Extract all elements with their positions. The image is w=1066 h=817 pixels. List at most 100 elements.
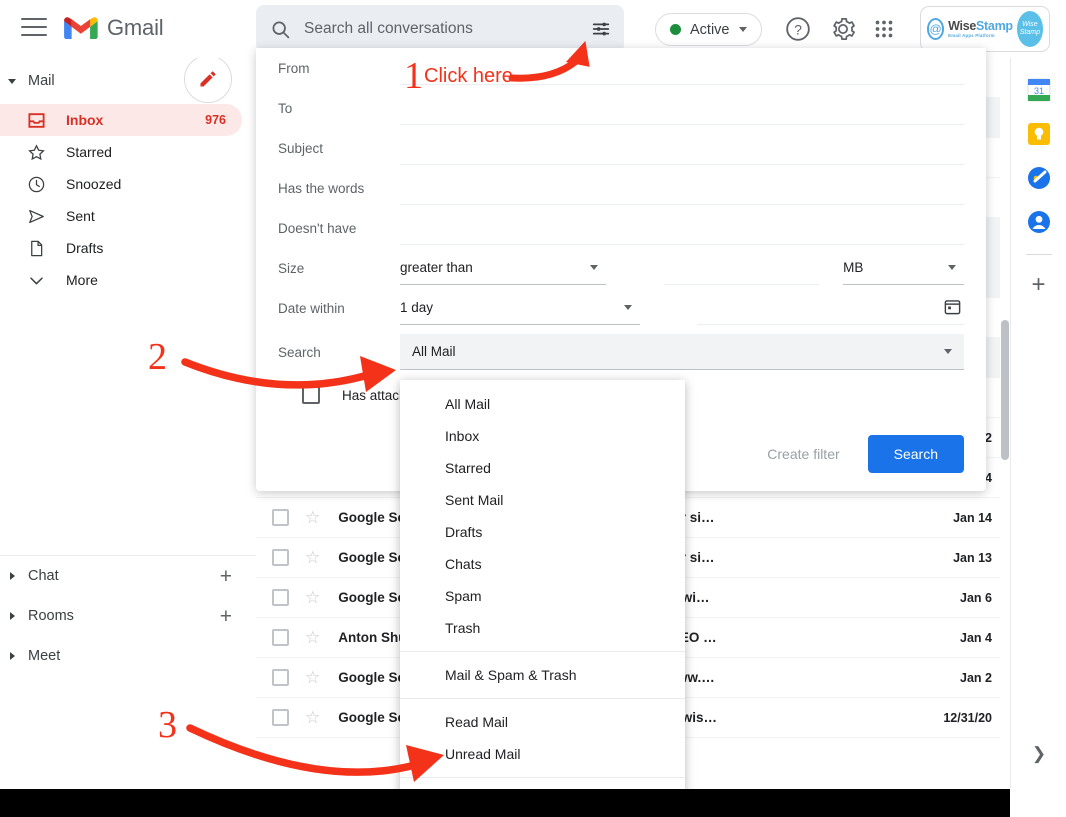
sidebar-item-starred[interactable]: Starred (0, 136, 242, 168)
sidebar-bottom-rooms[interactable]: Rooms+ (0, 596, 256, 636)
wisestamp-avatar[interactable]: Wise Stamp (1017, 11, 1043, 47)
add-rooms-icon[interactable]: + (220, 606, 232, 627)
wisestamp-tagline: Email Apps Platform (948, 34, 1013, 38)
sidebar-bottom-meet[interactable]: Meet (0, 636, 256, 676)
apps-grid-icon[interactable] (871, 16, 897, 42)
size-amount-input[interactable] (664, 251, 819, 285)
sidebar-item-more[interactable]: More (0, 264, 242, 296)
add-chat-icon[interactable]: + (220, 566, 232, 587)
row-checkbox[interactable] (272, 669, 289, 686)
dropdown-item-sent-mail[interactable]: Sent Mail (400, 484, 685, 516)
sidebar-mail-header[interactable]: Mail (0, 58, 256, 104)
dropdown-item-starred[interactable]: Starred (400, 452, 685, 484)
hamburger-icon[interactable] (21, 18, 47, 38)
sidebar-item-inbox[interactable]: Inbox976 (0, 104, 242, 136)
sidebar-item-label: Starred (66, 144, 112, 160)
calendar-icon[interactable] (943, 297, 962, 316)
star-icon[interactable]: ☆ (305, 508, 320, 528)
has-attachment-checkbox[interactable] (302, 386, 320, 404)
row-checkbox[interactable] (272, 709, 289, 726)
date-range-value: 1 day (400, 300, 433, 315)
google-keep-icon[interactable] (1027, 122, 1051, 146)
sidebar-bottom-chat[interactable]: Chat+ (0, 556, 256, 596)
inbox-icon (26, 110, 46, 130)
search-options-icon[interactable] (578, 5, 624, 53)
sidebar-item-sent[interactable]: Sent (0, 200, 242, 232)
dropdown-item-inbox[interactable]: Inbox (400, 420, 685, 452)
compose-pencil-icon (198, 69, 218, 89)
size-unit-select[interactable]: MB (843, 251, 964, 285)
mail-list-scrollbar[interactable] (1000, 58, 1010, 788)
search-icon[interactable] (256, 5, 304, 53)
wisestamp-extension-button[interactable]: @ WiseStamp Email Apps Platform Wise Sta… (920, 6, 1050, 52)
gmail-logo[interactable]: Gmail (64, 15, 163, 41)
dropdown-item-spam[interactable]: Spam (400, 580, 685, 612)
status-badge[interactable]: Active (655, 13, 762, 46)
wisestamp-wordmark: WiseStamp Email Apps Platform (948, 20, 1013, 38)
row-checkbox[interactable] (272, 509, 289, 526)
chevron-down-icon (590, 265, 598, 270)
filter-row-search-scope: Search All Mail (256, 332, 986, 372)
sidebar-item-drafts[interactable]: Drafts (0, 232, 242, 264)
filter-label: Has the words (278, 181, 400, 196)
search-button[interactable]: Search (868, 435, 964, 473)
filter-input[interactable] (400, 131, 964, 165)
dropdown-separator (400, 777, 685, 778)
date-value-input[interactable] (698, 291, 964, 325)
clock-icon (26, 174, 46, 194)
sidebar-item-snoozed[interactable]: Snoozed (0, 168, 242, 200)
dropdown-item-chats[interactable]: Chats (400, 548, 685, 580)
star-icon[interactable]: ☆ (305, 668, 320, 688)
bottom-black-bar (0, 789, 1010, 817)
filter-row-has-the-words: Has the words (256, 168, 986, 208)
dropdown-item-mail-spam-trash[interactable]: Mail & Spam & Trash (400, 659, 685, 691)
search-input[interactable] (304, 20, 578, 38)
dropdown-separator (400, 651, 685, 652)
gmail-window: ☆Google Sea☆Google Sea☆Google Sea☆Google… (0, 0, 1066, 817)
svg-text:?: ? (794, 21, 802, 37)
caret-right-icon (10, 652, 15, 660)
search-scope-value: All Mail (412, 344, 456, 359)
dropdown-item-read-mail[interactable]: Read Mail (400, 706, 685, 738)
compose-button[interactable] (184, 55, 232, 103)
filter-row-to: To (256, 88, 986, 128)
star-icon[interactable]: ☆ (305, 548, 320, 568)
filter-input[interactable] (400, 211, 964, 245)
search-scope-select[interactable]: All Mail (400, 334, 964, 370)
star-icon[interactable]: ☆ (305, 628, 320, 648)
sidebar-section-label: Mail (28, 73, 55, 89)
sidebar-item-label: Inbox (66, 112, 103, 128)
gmail-wordmark: Gmail (107, 15, 163, 41)
google-contacts-icon[interactable] (1027, 210, 1051, 234)
dropdown-separator (400, 698, 685, 699)
wisestamp-name-part1: Wise (948, 19, 976, 33)
help-icon[interactable]: ? (785, 16, 811, 42)
filter-input[interactable] (400, 91, 964, 125)
size-operator-select[interactable]: greater than (400, 251, 606, 285)
filter-row-doesn-t-have: Doesn't have (256, 208, 986, 248)
star-icon[interactable]: ☆ (305, 588, 320, 608)
google-tasks-icon[interactable] (1027, 166, 1051, 190)
row-checkbox[interactable] (272, 629, 289, 646)
dropdown-item-trash[interactable]: Trash (400, 612, 685, 644)
search-bar[interactable] (256, 5, 624, 53)
add-app-icon[interactable]: + (1011, 273, 1066, 297)
chevron-down-icon (944, 349, 952, 354)
row-checkbox[interactable] (272, 589, 289, 606)
row-checkbox[interactable] (272, 549, 289, 566)
google-calendar-icon[interactable]: 31 (1027, 78, 1051, 102)
dropdown-item-unread-mail[interactable]: Unread Mail (400, 738, 685, 770)
expand-panel-chevron-right-icon[interactable]: ❯ (1011, 744, 1066, 764)
star-icon[interactable]: ☆ (305, 708, 320, 728)
sidebar: Mail Inbox976 Starred SnoozedSent Drafts Mor… (0, 58, 256, 676)
scrollbar-thumb[interactable] (1001, 320, 1009, 460)
dropdown-item-drafts[interactable]: Drafts (400, 516, 685, 548)
sidebar-item-label: Drafts (66, 240, 103, 256)
filter-input[interactable] (400, 171, 964, 205)
gear-icon[interactable] (830, 16, 856, 42)
create-filter-button[interactable]: Create filter (749, 436, 857, 472)
row-date: 12/31/20 (934, 711, 1010, 725)
date-range-select[interactable]: 1 day (400, 291, 640, 325)
annotation-number-3: 3 (158, 706, 177, 744)
dropdown-item-all-mail[interactable]: All Mail (400, 388, 685, 420)
